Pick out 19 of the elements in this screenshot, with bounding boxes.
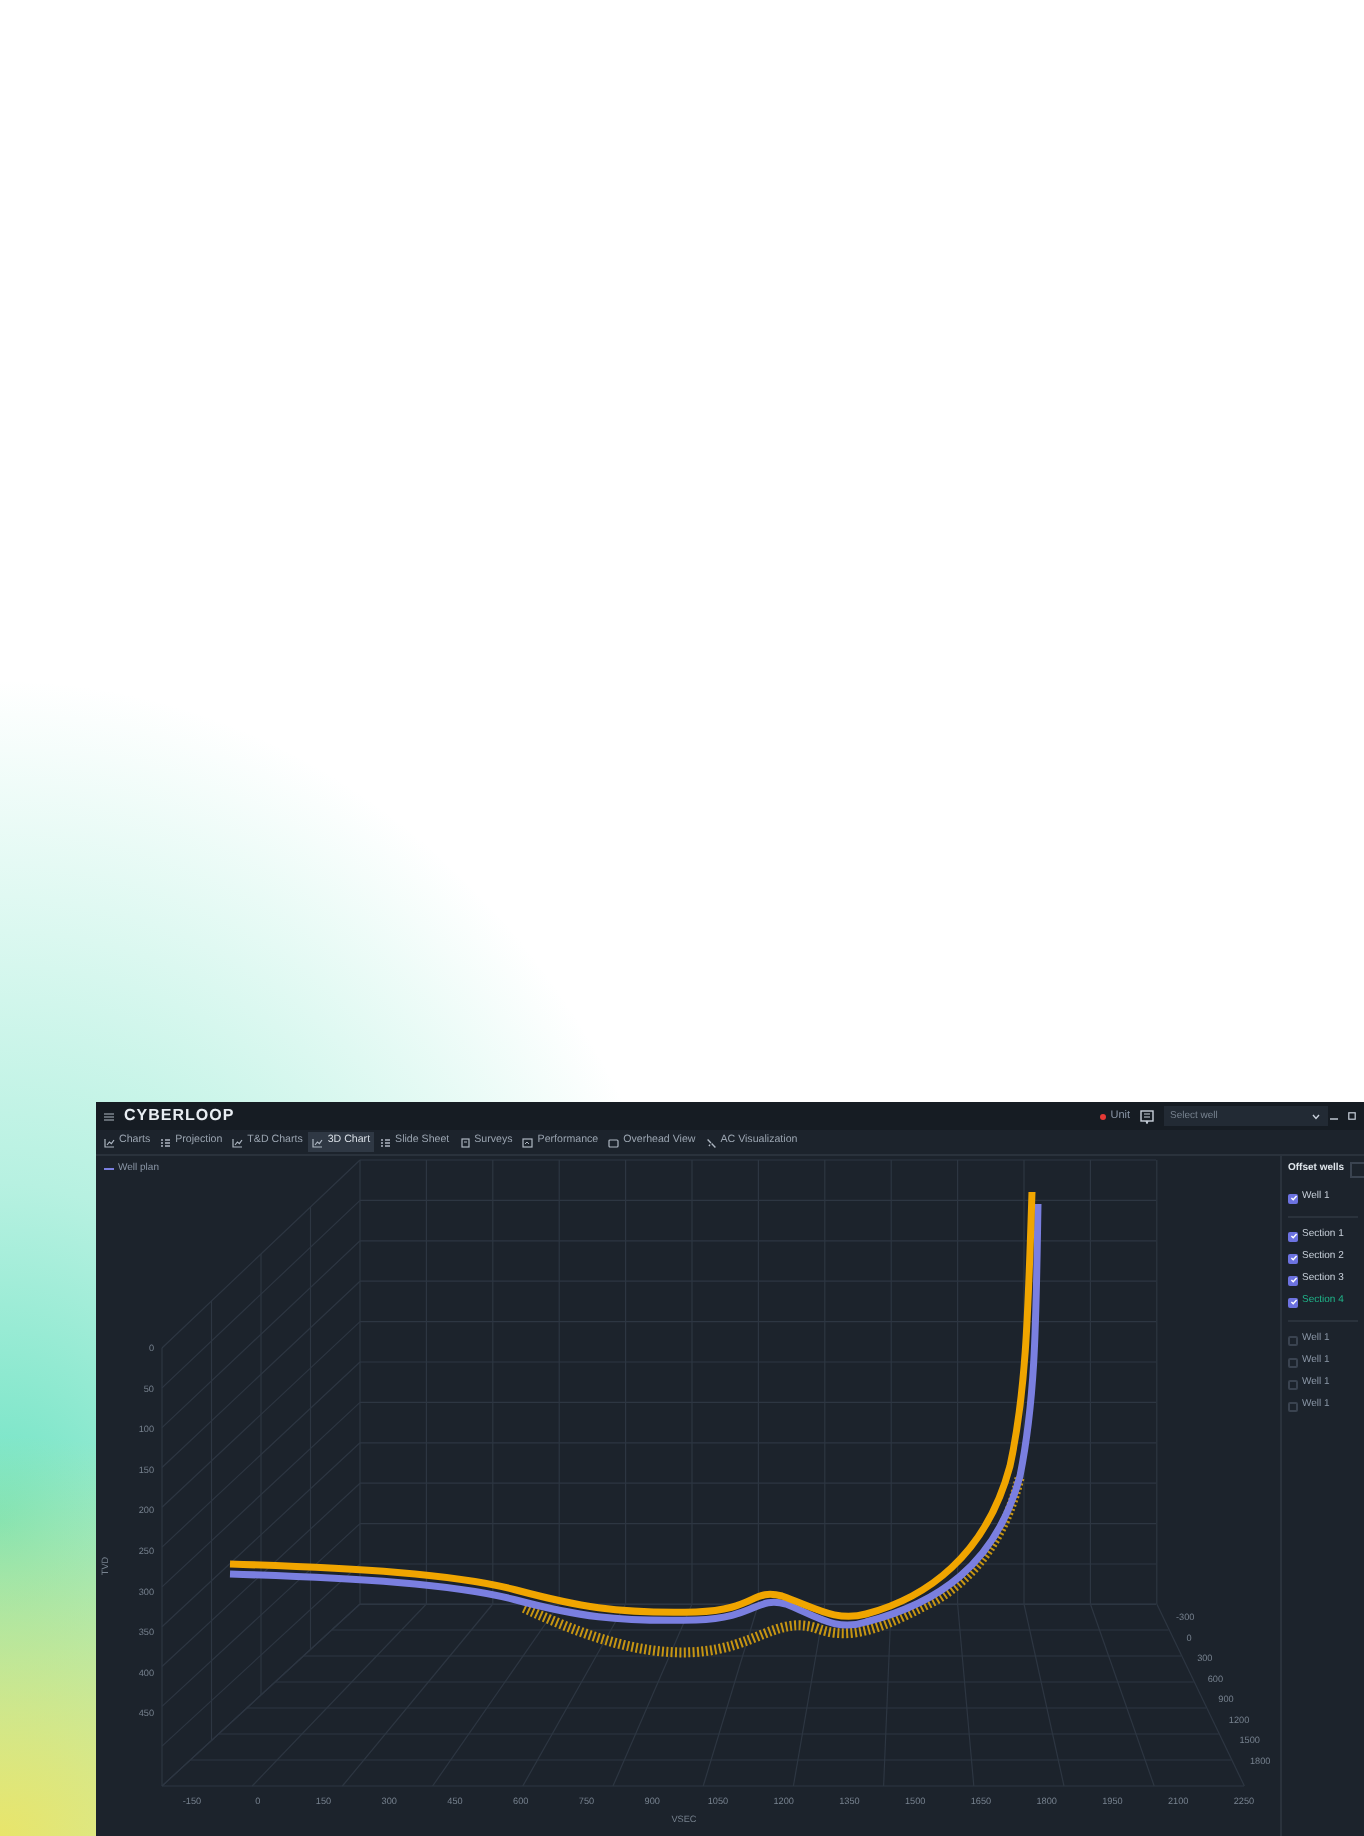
monitor-icon: [522, 1137, 534, 1147]
checkbox[interactable]: [1288, 1335, 1298, 1345]
minimize-icon[interactable]: [1330, 1112, 1338, 1120]
app-logo: CYBERLOOP: [124, 1104, 235, 1128]
maximize-icon[interactable]: [1348, 1112, 1356, 1120]
menu-icon[interactable]: [104, 1111, 114, 1121]
list-icon: [380, 1137, 392, 1147]
list-icon: [160, 1137, 172, 1147]
window-icon: [608, 1137, 620, 1147]
search-field[interactable]: [1350, 1162, 1364, 1178]
line-chart-icon: [232, 1137, 244, 1147]
chat-icon[interactable]: [1140, 1109, 1154, 1123]
tools-icon: [705, 1137, 717, 1147]
line-chart-icon: [104, 1137, 115, 1147]
checkbox[interactable]: [1288, 1401, 1298, 1411]
checkbox[interactable]: [1288, 1379, 1298, 1389]
line-chart-icon: [312, 1137, 324, 1147]
checkbox[interactable]: [1288, 1357, 1298, 1367]
document-icon: [459, 1137, 471, 1147]
